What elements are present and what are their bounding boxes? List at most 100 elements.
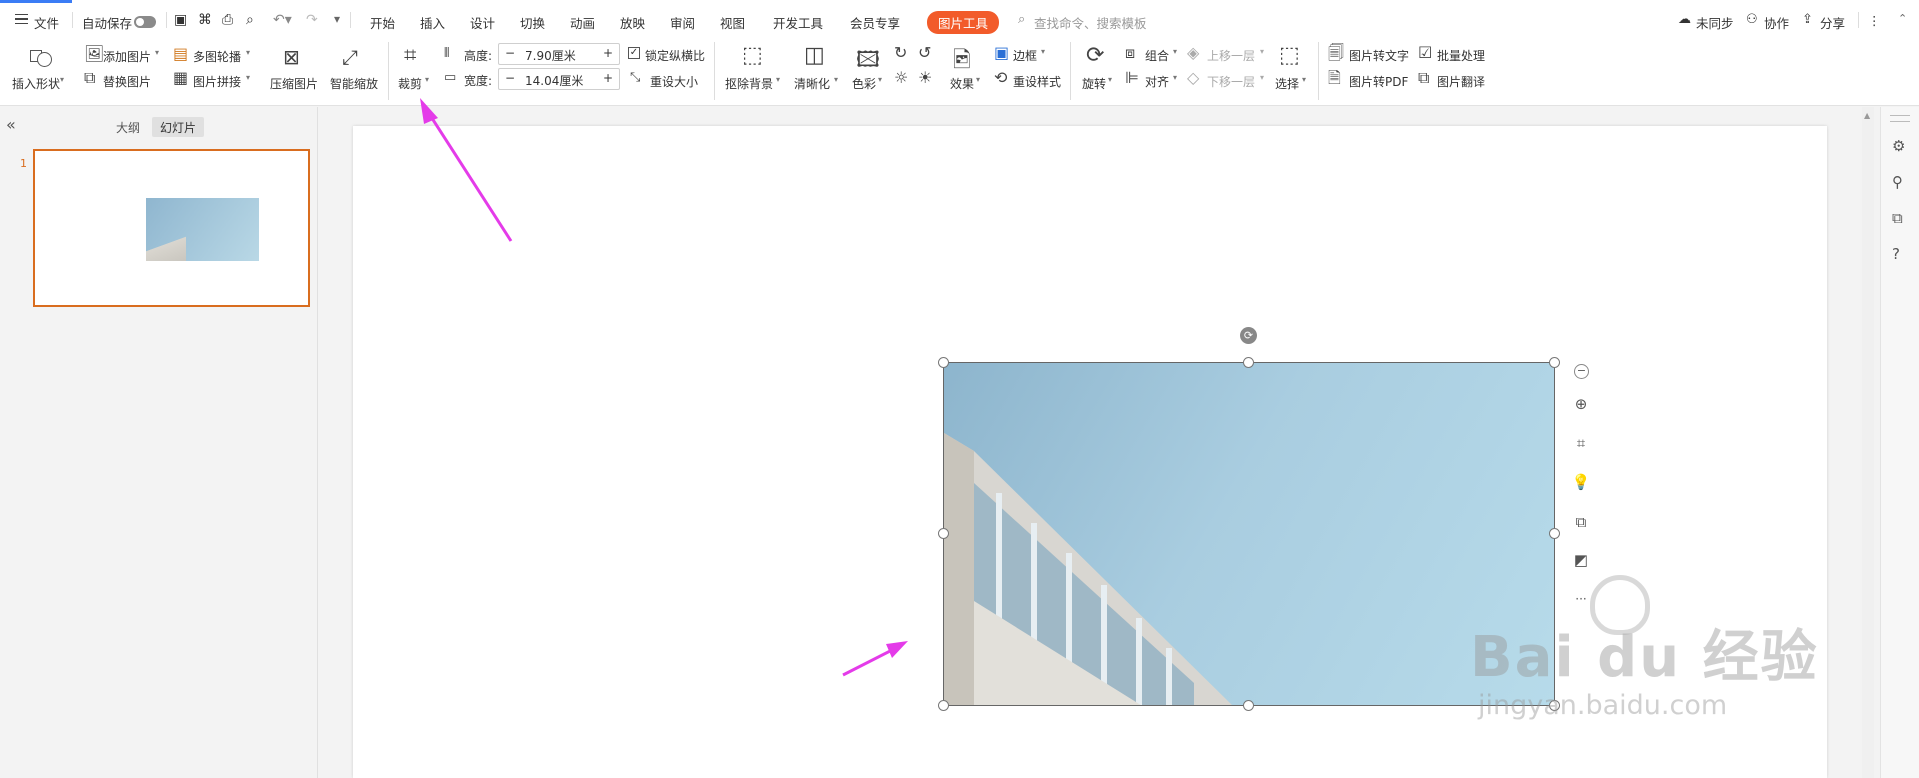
increase-width-button[interactable]: +: [603, 71, 613, 85]
tab-start[interactable]: 开始: [370, 13, 395, 32]
select-icon[interactable]: ⬚: [1279, 43, 1300, 68]
compress-image-icon[interactable]: ⊠: [283, 45, 300, 69]
image-to-text-button[interactable]: 图片转文字: [1349, 47, 1409, 64]
pin-icon[interactable]: ⚲: [1892, 173, 1903, 191]
increase-height-button[interactable]: +: [603, 46, 613, 60]
remove-background-button[interactable]: 抠除背景: [725, 75, 773, 92]
share-button[interactable]: 分享: [1820, 13, 1845, 32]
align-button[interactable]: 对齐: [1145, 73, 1169, 90]
customize-toolbar-icon[interactable]: ▾: [334, 12, 340, 26]
brightness-down-icon[interactable]: ☀: [918, 70, 932, 86]
picture-style-icon[interactable]: ◩: [1568, 547, 1594, 573]
effects-button[interactable]: 效果: [950, 75, 974, 92]
add-image-button[interactable]: 添加图片: [103, 48, 151, 65]
save-icon[interactable]: ▣: [174, 12, 187, 28]
width-stepper[interactable]: − 14.04厘米 +: [498, 68, 620, 90]
rotate-icon[interactable]: ⟳: [1086, 43, 1104, 68]
bring-forward-icon: ◈: [1187, 43, 1200, 62]
crop-button[interactable]: 裁剪: [398, 75, 422, 92]
height-stepper[interactable]: − 7.90厘米 +: [498, 43, 620, 65]
not-synced-button[interactable]: 未同步: [1696, 13, 1734, 32]
resize-handle-e[interactable]: [1549, 528, 1560, 539]
tab-transition[interactable]: 切换: [520, 13, 545, 32]
print-preview-icon[interactable]: ⌕: [246, 12, 254, 28]
tab-developer[interactable]: 开发工具: [773, 13, 823, 32]
border-button[interactable]: 边框: [1013, 47, 1037, 64]
multi-carousel-button[interactable]: 多图轮播: [193, 48, 241, 65]
tab-outline[interactable]: 大纲: [108, 117, 148, 137]
tab-insert[interactable]: 插入: [420, 13, 445, 32]
width-input[interactable]: 14.04厘米: [525, 72, 583, 89]
more-options-button[interactable]: ⋮: [1868, 13, 1881, 28]
collaborate-button[interactable]: 协作: [1764, 13, 1789, 32]
tab-member[interactable]: 会员专享: [850, 13, 900, 32]
smart-suggest-icon[interactable]: 💡: [1568, 469, 1594, 495]
print-icon[interactable]: ⎙: [222, 12, 233, 28]
rotate-right-icon[interactable]: ↺: [918, 45, 931, 61]
decrease-width-button[interactable]: −: [505, 71, 515, 85]
building-photo: [944, 433, 1232, 705]
tab-view[interactable]: 视图: [720, 13, 745, 32]
compress-image-button[interactable]: 压缩图片: [270, 75, 318, 92]
reset-size-button[interactable]: 重设大小: [650, 73, 698, 90]
brightness-up-icon[interactable]: ☼: [894, 70, 908, 86]
search-command-input[interactable]: 查找命令、搜索模板: [1034, 13, 1147, 32]
zoom-in-icon[interactable]: ⊕: [1568, 391, 1594, 417]
resize-handle-s[interactable]: [1243, 700, 1254, 711]
lock-ratio-checkbox[interactable]: ✓: [628, 47, 640, 59]
slide-thumbnail[interactable]: [33, 149, 310, 307]
decrease-height-button[interactable]: −: [505, 46, 515, 60]
autosave-toggle[interactable]: [134, 16, 156, 28]
selected-picture[interactable]: [943, 362, 1555, 706]
resize-handle-sw[interactable]: [938, 700, 949, 711]
crop-icon[interactable]: ⌗: [404, 43, 416, 68]
sharpen-icon[interactable]: ◫: [804, 43, 825, 68]
help-icon[interactable]: ?: [1892, 245, 1900, 263]
insert-shape-button[interactable]: 插入形状: [12, 75, 60, 92]
collapse-ribbon-icon[interactable]: ⌃: [1898, 12, 1907, 25]
replace-image-button[interactable]: 替换图片: [103, 73, 151, 90]
remove-background-icon[interactable]: ⬚: [742, 43, 763, 68]
resize-handle-nw[interactable]: [938, 357, 949, 368]
smart-zoom-button[interactable]: 智能缩放: [330, 75, 378, 92]
rotate-button[interactable]: 旋转: [1082, 75, 1106, 92]
resize-handle-w[interactable]: [938, 528, 949, 539]
rotate-left-icon[interactable]: ↻: [894, 45, 907, 61]
batch-process-button[interactable]: 批量处理: [1437, 47, 1485, 64]
watermark-url: jingyan.baidu.com: [1478, 690, 1728, 721]
crop-float-icon[interactable]: ⌗: [1568, 430, 1594, 456]
tab-slideshow[interactable]: 放映: [620, 13, 645, 32]
slide-transition-icon[interactable]: ⧉: [1892, 209, 1903, 227]
resize-handle-ne[interactable]: [1549, 357, 1560, 368]
smart-zoom-icon[interactable]: ⤢: [342, 45, 358, 69]
tab-design[interactable]: 设计: [470, 13, 495, 32]
collapse-float-toolbar-icon[interactable]: −: [1574, 364, 1589, 379]
height-input[interactable]: 7.90厘米: [525, 47, 576, 64]
tab-animation[interactable]: 动画: [570, 13, 595, 32]
image-translate-button[interactable]: 图片翻译: [1437, 73, 1485, 90]
image-to-text-float-icon[interactable]: ⧉: [1568, 509, 1594, 535]
collapse-pane-icon[interactable]: «: [6, 115, 16, 134]
image-collage-button[interactable]: 图片拼接: [193, 73, 241, 90]
image-to-pdf-button[interactable]: 图片转PDF: [1349, 73, 1408, 90]
tab-review[interactable]: 审阅: [670, 13, 695, 32]
send-backward-button[interactable]: 下移一层: [1207, 73, 1255, 90]
properties-icon[interactable]: ⚙: [1892, 137, 1905, 155]
format-painter-icon[interactable]: ⌘: [198, 12, 212, 28]
sharpen-button[interactable]: 清晰化: [794, 75, 830, 92]
reset-style-button[interactable]: 重设样式: [1013, 73, 1061, 90]
undo-icon[interactable]: ↶▾: [273, 12, 292, 28]
group-button[interactable]: 组合: [1145, 47, 1169, 64]
bring-forward-button[interactable]: 上移一层: [1207, 47, 1255, 64]
tab-slides[interactable]: 幻灯片: [152, 117, 205, 137]
rotate-handle-icon[interactable]: ⟳: [1240, 327, 1257, 344]
insert-shape-icon[interactable]: [28, 46, 54, 68]
select-button[interactable]: 选择: [1275, 75, 1299, 92]
color-button[interactable]: 色彩: [852, 75, 876, 92]
file-menu[interactable]: 文件: [34, 13, 59, 32]
vertical-scrollbar[interactable]: ▲: [1862, 107, 1874, 778]
tab-picture-tools[interactable]: 图片工具: [927, 11, 1000, 34]
hamburger-icon[interactable]: [15, 14, 28, 24]
redo-icon[interactable]: ↷: [306, 12, 318, 28]
resize-handle-n[interactable]: [1243, 357, 1254, 368]
